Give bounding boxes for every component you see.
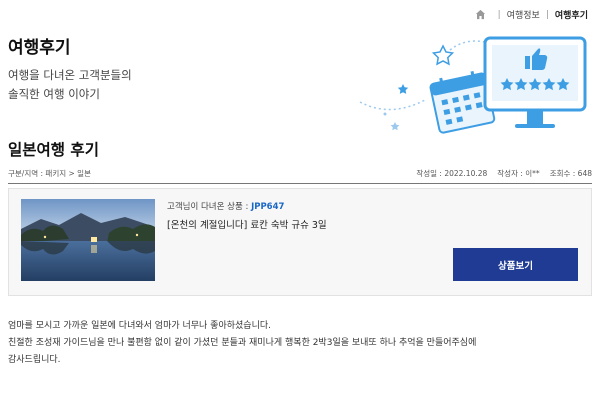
breadcrumb-item-travel-review[interactable]: 여행후기 — [555, 8, 588, 21]
breadcrumb-item-travel-info[interactable]: 여행정보 — [507, 8, 540, 21]
breadcrumb-separator: | — [497, 9, 501, 20]
post-info: 작성일 : 2022.10.28 작성자 : 이** 조회수 : 648 — [416, 168, 592, 179]
review-body: 엄마를 모시고 가까운 일본에 다녀와서 엄마가 너무나 좋아하셨습니다. 친절… — [8, 318, 476, 369]
page-description-line: 솔직한 여행 이야기 — [8, 87, 100, 101]
product-name[interactable]: [온천의 계절입니다] 료칸 숙박 규슈 3일 — [167, 217, 327, 231]
breadcrumb: | 여행정보 | 여행후기 — [475, 8, 588, 21]
page-description: 여행을 다녀온 고객분들의 솔직한 여행 이야기 — [8, 66, 132, 104]
view-product-button[interactable]: 상품보기 — [453, 248, 578, 281]
product-code: JPP647 — [251, 202, 285, 212]
review-illustration — [359, 36, 587, 134]
review-line: 감사드립니다. — [8, 355, 61, 365]
post-meta: 구분/지역 : 패키지 > 일본 작성일 : 2022.10.28 작성자 : … — [8, 168, 592, 180]
post-date: 작성일 : 2022.10.28 — [416, 169, 488, 178]
page-description-line: 여행을 다녀온 고객분들의 — [8, 68, 132, 82]
page-title: 여행후기 — [8, 38, 71, 58]
product-card: 고객님이 다녀온 상품 : JPP647 [온천의 계절입니다] 료칸 숙박 규… — [8, 188, 592, 296]
post-author: 작성자 : 이** — [497, 169, 540, 178]
review-line: 친절한 조성재 가이드님을 만나 불편함 없이 같이 가셨던 분들과 재미나게 … — [8, 338, 477, 348]
review-line: 엄마를 모시고 가까운 일본에 다녀와서 엄마가 너무나 좋아하셨습니다. — [8, 321, 272, 331]
home-icon[interactable] — [475, 9, 486, 20]
breadcrumb-separator: | — [545, 9, 549, 20]
product-code-prefix: 고객님이 다녀온 상품 : — [167, 202, 249, 212]
product-code-line: 고객님이 다녀온 상품 : JPP647 — [167, 200, 284, 212]
section-title: 일본여행 후기 — [8, 141, 99, 159]
product-thumbnail[interactable] — [21, 199, 155, 281]
divider — [8, 183, 592, 184]
post-views: 조회수 : 648 — [549, 169, 592, 178]
category-label: 구분/지역 : 패키지 > 일본 — [8, 169, 91, 178]
